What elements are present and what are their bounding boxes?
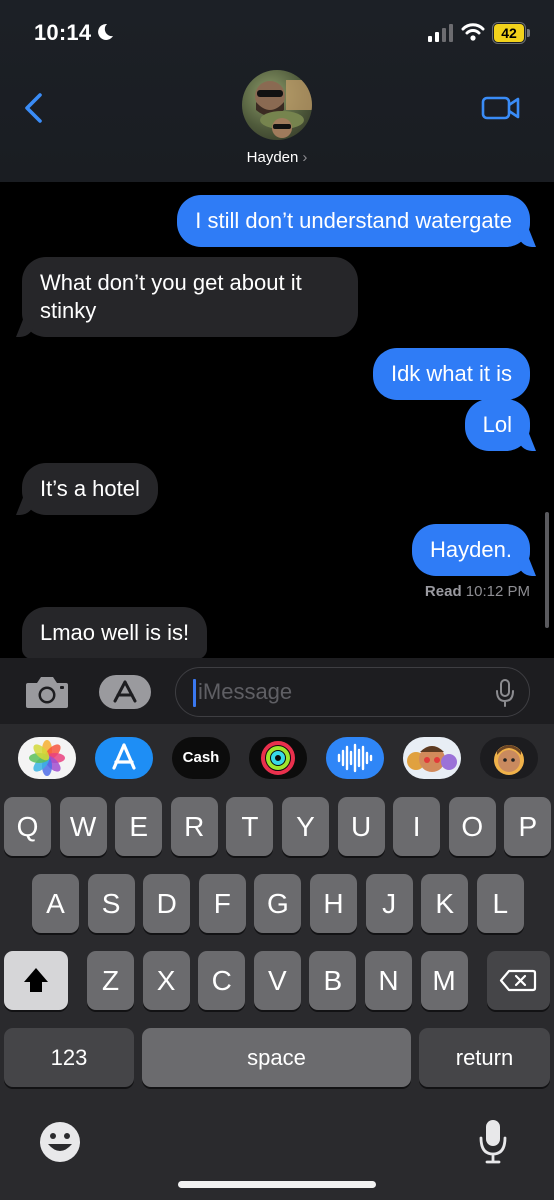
key-v[interactable]: V bbox=[253, 951, 301, 1010]
key-p[interactable]: P bbox=[504, 797, 552, 856]
key-n[interactable]: N bbox=[365, 951, 412, 1010]
message-text: It’s a hotel bbox=[40, 476, 140, 501]
camera-icon[interactable] bbox=[24, 674, 70, 710]
key-u[interactable]: U bbox=[337, 797, 385, 856]
contact-name-label: Hayden bbox=[246, 149, 299, 166]
message-bubble-sent[interactable]: Hayden. bbox=[412, 524, 530, 576]
key-s[interactable]: S bbox=[87, 874, 135, 933]
backspace-icon bbox=[499, 969, 537, 992]
back-chevron-icon[interactable] bbox=[22, 92, 44, 124]
numbers-key[interactable]: 123 bbox=[4, 1028, 134, 1087]
message-text: I still don’t understand watergate bbox=[195, 208, 512, 233]
contact-name[interactable]: Hayden › bbox=[0, 149, 554, 166]
message-bubble-received[interactable]: It’s a hotel bbox=[22, 463, 158, 515]
home-indicator[interactable] bbox=[178, 1181, 376, 1188]
message-bubble-received[interactable]: What don’t you get about it stinky bbox=[22, 257, 358, 337]
battery-icon: 42 bbox=[492, 22, 530, 44]
key-d[interactable]: D bbox=[143, 874, 191, 933]
key-z[interactable]: Z bbox=[87, 951, 134, 1010]
emoji-icon[interactable] bbox=[38, 1120, 82, 1164]
key-o[interactable]: O bbox=[448, 797, 496, 856]
message-text: Lmao well is is! bbox=[40, 620, 190, 645]
key-j[interactable]: J bbox=[365, 874, 413, 933]
read-receipt: Read 10:12 PM bbox=[380, 583, 530, 600]
key-e[interactable]: E bbox=[115, 797, 163, 856]
key-m[interactable]: M bbox=[420, 951, 468, 1010]
message-text-line: What don’t you get about it bbox=[40, 270, 302, 295]
contact-avatar[interactable] bbox=[242, 70, 312, 140]
message-bubble-sent[interactable]: Lol bbox=[464, 399, 530, 451]
key-y[interactable]: Y bbox=[282, 797, 329, 856]
avatar-photo bbox=[255, 80, 312, 138]
wifi-icon bbox=[461, 23, 485, 41]
key-c[interactable]: C bbox=[198, 951, 246, 1010]
photos-app-icon[interactable] bbox=[18, 737, 76, 779]
key-w[interactable]: W bbox=[59, 797, 107, 856]
microphone-icon[interactable] bbox=[478, 1118, 508, 1166]
read-time: 10:12 PM bbox=[465, 583, 530, 600]
status-time: 10:14 bbox=[34, 20, 92, 45]
facetime-video-icon[interactable] bbox=[481, 94, 521, 122]
message-text: Idk what it is bbox=[390, 361, 512, 386]
read-label: Read bbox=[424, 583, 462, 600]
delete-key[interactable] bbox=[487, 951, 550, 1010]
memoji-stickers-icon[interactable] bbox=[403, 737, 461, 779]
key-r[interactable]: R bbox=[170, 797, 218, 856]
key-g[interactable]: G bbox=[254, 874, 302, 933]
return-key[interactable]: return bbox=[419, 1028, 550, 1087]
space-key[interactable]: space bbox=[142, 1028, 411, 1087]
key-a[interactable]: A bbox=[32, 874, 79, 933]
text-cursor bbox=[193, 679, 196, 707]
moon-icon bbox=[98, 23, 113, 40]
message-bubble-received[interactable]: Lmao well is is! bbox=[22, 607, 208, 659]
audio-message-icon[interactable] bbox=[326, 737, 384, 779]
key-x[interactable]: X bbox=[142, 951, 190, 1010]
fitness-activity-icon[interactable] bbox=[249, 737, 307, 779]
message-bubble-sent[interactable]: I still don’t understand watergate bbox=[177, 195, 530, 247]
apple-cash-icon[interactable]: Cash bbox=[172, 737, 230, 779]
key-q[interactable]: Q bbox=[4, 797, 51, 856]
key-l[interactable]: L bbox=[476, 874, 524, 933]
key-i[interactable]: I bbox=[393, 797, 441, 856]
message-bubble-sent[interactable]: Idk what it is bbox=[372, 348, 530, 400]
shift-arrow-icon bbox=[24, 968, 48, 992]
dictation-mic-icon[interactable] bbox=[495, 678, 515, 708]
key-k[interactable]: K bbox=[421, 874, 469, 933]
message-input-placeholder: iMessage bbox=[198, 679, 293, 704]
contact-chevron-icon: › bbox=[302, 149, 308, 166]
app-store-apps-icon[interactable] bbox=[98, 674, 152, 710]
key-t[interactable]: T bbox=[226, 797, 274, 856]
shift-key[interactable] bbox=[4, 951, 68, 1010]
message-text: Lol bbox=[482, 412, 512, 437]
battery-level: 42 bbox=[494, 24, 524, 42]
cellular-signal-icon bbox=[428, 24, 453, 42]
scroll-indicator[interactable] bbox=[545, 512, 549, 628]
key-b[interactable]: B bbox=[309, 951, 357, 1010]
message-text-line: stinky bbox=[40, 298, 97, 323]
memoji-icon[interactable] bbox=[480, 737, 538, 779]
message-text: Hayden. bbox=[430, 537, 512, 562]
cash-label: Cash bbox=[182, 749, 220, 766]
key-f[interactable]: F bbox=[198, 874, 246, 933]
app-store-icon[interactable] bbox=[95, 737, 153, 779]
key-h[interactable]: H bbox=[310, 874, 357, 933]
